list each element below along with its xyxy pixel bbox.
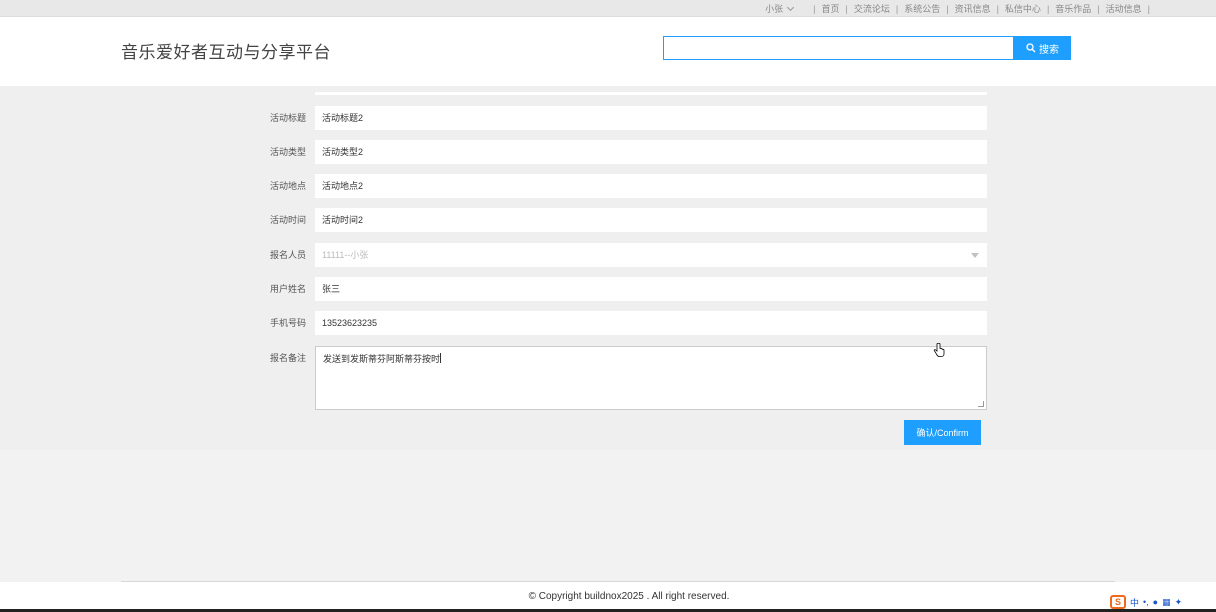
user-menu[interactable]: 小张 — [765, 2, 795, 15]
nav-forum[interactable]: 交流论坛 — [854, 2, 890, 15]
field-label: 用户姓名 — [269, 284, 306, 294]
header: 音乐爱好者互动与分享平台 搜索 — [0, 17, 1216, 86]
search-button[interactable]: 搜索 — [1014, 36, 1071, 60]
chevron-down-icon — [787, 3, 795, 11]
microphone-icon[interactable]: ● — [1153, 597, 1158, 607]
ime-toolbar[interactable]: S 中 •, ● ▦ ✦ — [1110, 595, 1182, 609]
form-row-phone: 手机号码 13523623235 — [0, 311, 1216, 335]
form-top-divider — [315, 92, 987, 95]
search-input[interactable] — [663, 36, 1014, 60]
remark-textarea[interactable]: 发送到发斯蒂芬阿斯蒂芬按时 — [315, 346, 987, 410]
dropdown-arrow-icon — [971, 253, 979, 258]
field-label: 报名人员 — [269, 250, 306, 260]
form-row-location: 活动地点 活动地点2 — [0, 174, 1216, 198]
form-row-time: 活动时间 活动时间2 — [0, 208, 1216, 232]
resize-grip-icon[interactable] — [978, 401, 984, 407]
keyboard-icon[interactable]: ▦ — [1162, 597, 1171, 608]
site-title[interactable]: 音乐爱好者互动与分享平台 — [121, 38, 331, 63]
form-row-username: 用户姓名 张三 — [0, 277, 1216, 301]
field-label: 活动类型 — [269, 147, 306, 157]
registrant-select[interactable]: 11111--小张 — [315, 243, 987, 267]
remark-text: 发送到发斯蒂芬阿斯蒂芬按时 — [323, 354, 441, 364]
hand-cursor-icon — [933, 343, 945, 357]
field-label: 活动地点 — [269, 181, 306, 191]
top-nav: 小张 | 首页 | 交流论坛 | 系统公告 | 资讯信息 | 私信中心 | 音乐… — [765, 2, 1150, 20]
activity-location-field[interactable]: 活动地点2 — [315, 174, 987, 198]
user-name-field[interactable]: 张三 — [315, 277, 987, 301]
search-icon — [1026, 43, 1036, 53]
nav-messages[interactable]: 私信中心 — [1005, 2, 1041, 15]
copyright-text: © Copyright buildnox2025 . All right res… — [528, 591, 730, 602]
phone-field[interactable]: 13523623235 — [315, 311, 987, 335]
nav-home[interactable]: 首页 — [821, 2, 839, 15]
form-row-title: 活动标题 活动标题2 — [0, 106, 1216, 130]
form-row-registrant: 报名人员 11111--小张 — [0, 243, 1216, 267]
field-label: 报名备注 — [269, 353, 306, 363]
field-label: 活动标题 — [269, 113, 306, 123]
field-label: 活动时间 — [269, 215, 306, 225]
main-content: 活动标题 活动标题2 活动类型 活动类型2 活动地点 活动地点2 活动时间 活动… — [0, 86, 1216, 450]
user-name: 小张 — [765, 4, 784, 14]
text-caret — [440, 353, 442, 363]
activity-time-field[interactable]: 活动时间2 — [315, 208, 987, 232]
field-label: 手机号码 — [269, 318, 306, 328]
punctuation-icon[interactable]: •, — [1143, 597, 1149, 607]
nav-news[interactable]: 资讯信息 — [955, 2, 991, 15]
ime-mode-label[interactable]: 中 — [1130, 596, 1139, 609]
nav-announcements[interactable]: 系统公告 — [904, 2, 940, 15]
registrant-select-value: 11111--小张 — [322, 250, 369, 260]
top-bar: 小张 | 首页 | 交流论坛 | 系统公告 | 资讯信息 | 私信中心 | 音乐… — [0, 0, 1216, 20]
form-row-type: 活动类型 活动类型2 — [0, 140, 1216, 164]
activity-title-field[interactable]: 活动标题2 — [315, 106, 987, 130]
confirm-button[interactable]: 确认/Confirm — [904, 420, 981, 445]
ime-logo-icon: S — [1110, 595, 1126, 609]
activity-type-field[interactable]: 活动类型2 — [315, 140, 987, 164]
search-button-label: 搜索 — [1039, 44, 1059, 56]
nav-music-works[interactable]: 音乐作品 — [1055, 2, 1091, 15]
nav-activities[interactable]: 活动信息 — [1097, 2, 1150, 20]
skin-icon[interactable]: ✦ — [1175, 597, 1183, 608]
